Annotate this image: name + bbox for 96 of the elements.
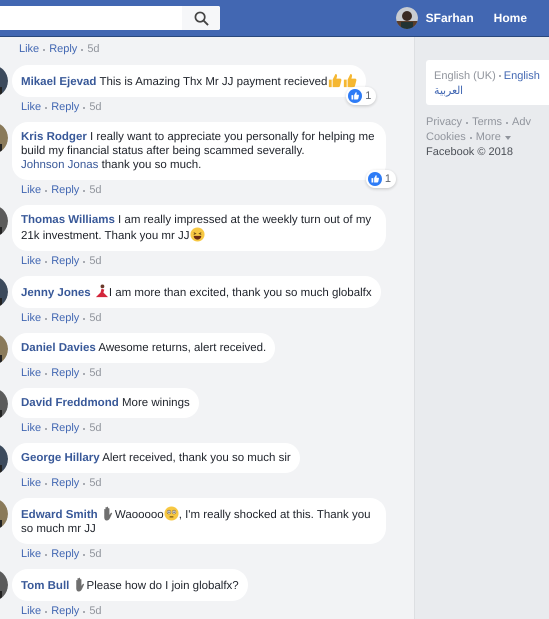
comment-time: 5d	[89, 604, 102, 619]
profile-link[interactable]: SFarhan	[426, 11, 474, 25]
comment-text: David Freddmond More winings	[21, 396, 190, 410]
separator-dot-icon	[45, 482, 48, 484]
comment-text: Kris Rodger I really want to appreciate you personally for helping me build my financial status after being scammed severally. Johnson Jonas thank you so much.	[21, 130, 376, 172]
reaction-badge[interactable]: 1	[366, 170, 396, 188]
comment-text: George Hillary Alert received, thank you so much sir	[21, 451, 291, 465]
reply-link[interactable]: Reply	[51, 604, 80, 619]
comment-text: Jenny Jones I am more than excited, thank you so much globalfx	[21, 284, 372, 300]
footer-link[interactable]: Adv	[512, 115, 531, 130]
commenter-name[interactable]: Kris Rodger	[21, 131, 87, 143]
reply-link[interactable]: Reply	[51, 183, 80, 198]
comment-text: Daniel Davies Awesome returns, alert received.	[21, 341, 266, 355]
like-icon	[348, 89, 362, 103]
language-link[interactable]: English (UK)	[434, 70, 496, 82]
comment-time: 5d	[89, 421, 102, 436]
reply-link[interactable]: Reply	[51, 100, 80, 115]
separator-dot-icon	[43, 48, 46, 50]
separator-dot-icon	[81, 48, 84, 50]
reply-link[interactable]: Reply	[51, 311, 80, 326]
comment-time: 5d	[89, 254, 102, 269]
reaction-badge[interactable]: 1	[346, 87, 376, 105]
comment-time: 5d	[89, 311, 102, 326]
thumbs-up-icon	[342, 73, 358, 88]
comment-time: 5d	[89, 183, 102, 198]
separator-dot-icon	[470, 136, 472, 138]
footer-link[interactable]: Privacy	[426, 115, 462, 130]
reply-link[interactable]: Reply	[51, 547, 80, 562]
separator-dot-icon	[45, 428, 48, 430]
commenter-name[interactable]: Jenny Jones	[21, 287, 91, 299]
separator-dot-icon	[45, 260, 48, 262]
language-link[interactable]: English	[504, 70, 540, 82]
flushed-face-icon	[164, 506, 179, 521]
like-link[interactable]: Like	[21, 311, 42, 326]
like-link[interactable]: Like	[21, 547, 42, 562]
mention-link[interactable]: Johnson Jonas	[21, 159, 98, 171]
footer-link[interactable]: More	[476, 130, 501, 145]
like-icon	[368, 172, 382, 186]
like-link[interactable]: Like	[21, 604, 42, 619]
separator-dot-icon	[83, 190, 86, 192]
reply-link[interactable]: Reply	[51, 254, 80, 269]
separator-dot-icon	[506, 122, 508, 124]
copyright-text: Facebook © 2018	[426, 146, 513, 158]
comment-text: Thomas Williams I am really impressed at the weekly turn out of my 21k investment. Thank you mr JJ	[21, 213, 372, 243]
separator-dot-icon	[466, 122, 468, 124]
reply-link[interactable]: Reply	[51, 476, 80, 491]
separator-dot-icon	[83, 482, 86, 484]
separator-dot-icon	[83, 260, 86, 262]
separator-dot-icon	[83, 554, 86, 556]
separator-dot-icon	[45, 190, 48, 192]
separator-dot-icon	[45, 554, 48, 556]
commenter-name[interactable]: George Hillary	[21, 452, 100, 464]
comment-time: 5d	[87, 42, 100, 57]
like-link[interactable]: Like	[21, 254, 42, 269]
comment-time: 5d	[89, 100, 102, 115]
dancer-icon	[94, 284, 109, 299]
commenter-name[interactable]: David Freddmond	[21, 397, 119, 409]
like-link[interactable]: Like	[21, 183, 42, 198]
comment-time: 5d	[89, 547, 102, 562]
separator-dot-icon	[498, 75, 501, 77]
separator-dot-icon	[83, 610, 86, 612]
like-link[interactable]: Like	[21, 366, 42, 381]
commenter-name[interactable]: Mikael Ejevad	[21, 76, 96, 88]
footer-link[interactable]: Terms	[472, 115, 502, 130]
search-button[interactable]	[182, 6, 220, 30]
commenter-name[interactable]: Thomas Williams	[21, 214, 115, 226]
comment-text: Tom Bull Please how do I join globalfx?	[21, 577, 239, 593]
separator-dot-icon	[45, 106, 48, 108]
commenter-name[interactable]: Daniel Davies	[21, 342, 96, 354]
like-link[interactable]: Like	[21, 421, 42, 436]
comment-text: Mikael Ejevad This is Amazing Thx Mr JJ payment recieved	[21, 73, 358, 89]
reply-link[interactable]: Reply	[51, 366, 80, 381]
laughing-face-icon	[190, 227, 205, 242]
comment-time: 5d	[89, 476, 102, 491]
separator-dot-icon	[83, 372, 86, 374]
separator-dot-icon	[83, 318, 86, 320]
footer-link[interactable]: Cookies	[426, 130, 466, 145]
language-link[interactable]: العربية	[434, 84, 549, 97]
separator-dot-icon	[83, 106, 86, 108]
commenter-name[interactable]: Edward Smith	[21, 509, 98, 521]
like-link[interactable]: Like	[21, 100, 42, 115]
like-link[interactable]: Like	[21, 476, 42, 491]
dropdown-caret-icon	[504, 136, 511, 140]
separator-dot-icon	[83, 428, 86, 430]
commenter-name[interactable]: Tom Bull	[21, 580, 70, 592]
like-link[interactable]: Like	[19, 42, 40, 57]
separator-dot-icon	[45, 372, 48, 374]
reply-link[interactable]: Reply	[49, 42, 78, 57]
reply-link[interactable]: Reply	[51, 421, 80, 436]
separator-dot-icon	[45, 318, 48, 320]
separator-dot-icon	[45, 610, 48, 612]
home-link[interactable]: Home	[494, 11, 527, 25]
search-icon	[194, 10, 208, 26]
comment-text: Edward Smith Waooooo , I'm really shocked at this. Thank you so much mr JJ	[21, 506, 377, 536]
comment-time: 5d	[89, 366, 102, 381]
thumbs-up-icon	[327, 73, 342, 88]
